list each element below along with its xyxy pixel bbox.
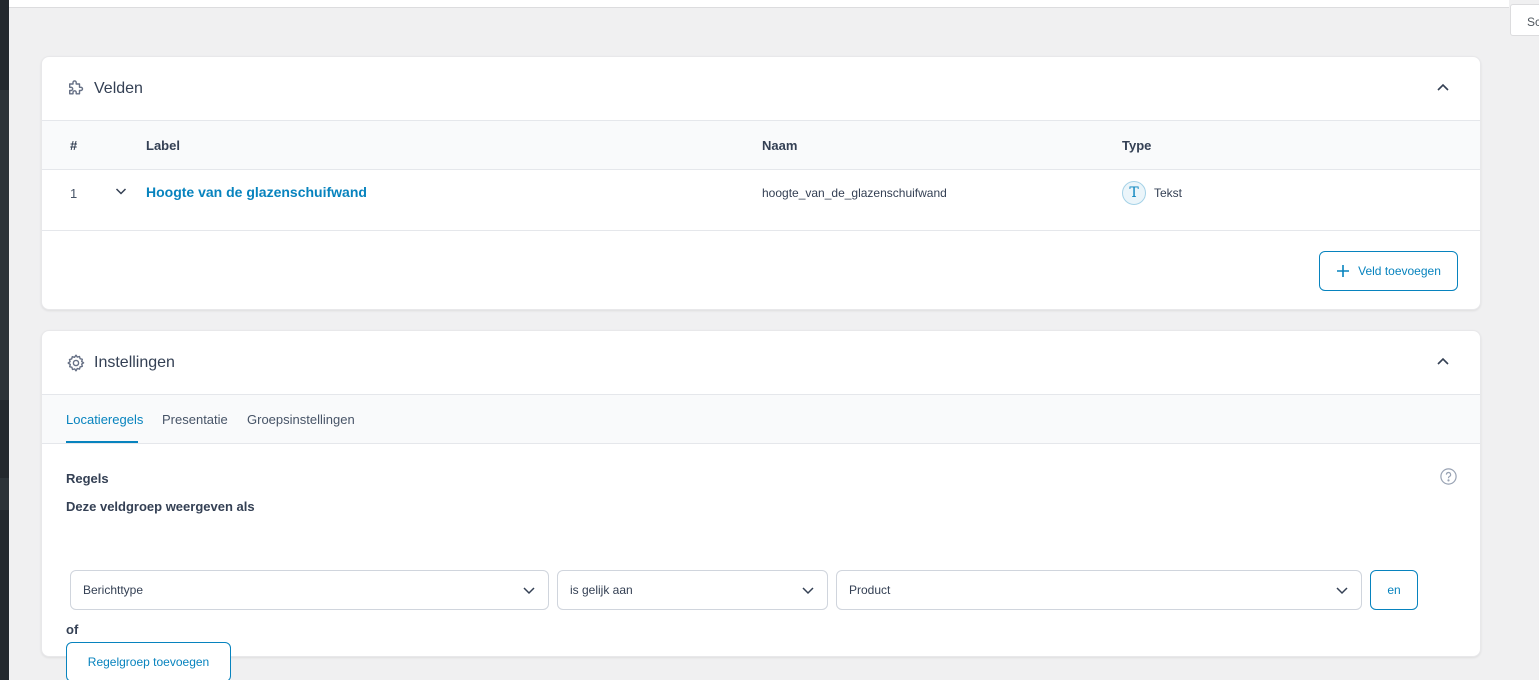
column-name: Naam bbox=[762, 138, 798, 153]
settings-panel-title: Instellingen bbox=[94, 353, 175, 371]
column-label: Label bbox=[146, 138, 180, 153]
add-field-button[interactable]: Veld toevoegen bbox=[1319, 251, 1458, 291]
and-rule-label: en bbox=[1387, 583, 1401, 597]
screen-options-button[interactable]: Sc bbox=[1510, 4, 1539, 36]
column-num: # bbox=[70, 138, 78, 153]
plus-icon bbox=[1336, 264, 1350, 278]
rule-operator-select[interactable]: is gelijk aan bbox=[557, 570, 828, 610]
help-icon[interactable] bbox=[1440, 468, 1457, 485]
field-name: hoogte_van_de_glazenschuifwand bbox=[762, 186, 947, 200]
text-type-icon: T bbox=[1122, 181, 1146, 205]
chevron-down-icon bbox=[522, 583, 536, 597]
rules-subheading: Deze veldgroep weergeven als bbox=[66, 499, 255, 514]
field-number: 1 bbox=[70, 186, 78, 201]
fields-panel: Velden # Label Naam Type 1 Hoogte van de… bbox=[41, 56, 1481, 310]
fields-footer: Veld toevoegen bbox=[42, 231, 1480, 309]
admin-sidebar-edge bbox=[0, 0, 9, 680]
field-type-label: Tekst bbox=[1154, 186, 1183, 200]
puzzle-icon bbox=[66, 79, 86, 99]
top-header-bar bbox=[9, 0, 1509, 8]
column-type: Type bbox=[1122, 138, 1152, 153]
field-type: T Tekst bbox=[1122, 181, 1182, 205]
add-rule-group-label: Regelgroep toevoegen bbox=[87, 655, 210, 669]
table-row[interactable]: 1 Hoogte van de glazenschuifwand hoogte_… bbox=[42, 170, 1480, 231]
or-label: of bbox=[66, 622, 79, 637]
tab-presentatie[interactable]: Presentatie bbox=[162, 412, 228, 427]
settings-tabs: Locatieregels Presentatie Groepsinstelli… bbox=[42, 395, 1480, 444]
tab-groepsinstellingen[interactable]: Groepsinstellingen bbox=[247, 412, 355, 427]
collapse-chevron-up-icon[interactable] bbox=[1434, 353, 1452, 371]
chevron-down-icon[interactable] bbox=[114, 184, 128, 198]
add-field-label: Veld toevoegen bbox=[1358, 264, 1441, 278]
rule-param-value: Berichttype bbox=[83, 583, 144, 597]
active-tab-indicator bbox=[66, 441, 138, 443]
rule-value-select[interactable]: Product bbox=[836, 570, 1362, 610]
and-rule-button[interactable]: en bbox=[1370, 570, 1418, 610]
location-rules: Regels Deze veldgroep weergeven als Beri… bbox=[42, 444, 1480, 680]
field-label-link[interactable]: Hoogte van de glazenschuifwand bbox=[146, 184, 367, 200]
settings-panel: Instellingen Locatieregels Presentatie G… bbox=[41, 330, 1481, 680]
fields-panel-title: Velden bbox=[94, 79, 143, 97]
rule-param-select[interactable]: Berichttype bbox=[70, 570, 549, 610]
collapse-chevron-up-icon[interactable] bbox=[1434, 79, 1452, 97]
chevron-down-icon bbox=[1335, 583, 1349, 597]
fields-panel-header[interactable]: Velden bbox=[42, 57, 1480, 121]
rules-heading: Regels bbox=[66, 471, 109, 486]
settings-panel-header[interactable]: Instellingen bbox=[42, 331, 1480, 395]
fields-table-header: # Label Naam Type bbox=[42, 121, 1480, 170]
gear-icon bbox=[66, 353, 86, 373]
chevron-down-icon bbox=[801, 583, 815, 597]
rule-operator-value: is gelijk aan bbox=[570, 583, 633, 597]
rule-value-value: Product bbox=[849, 583, 891, 597]
tab-locatieregels[interactable]: Locatieregels bbox=[66, 412, 143, 427]
add-rule-group-button[interactable]: Regelgroep toevoegen bbox=[66, 642, 231, 680]
